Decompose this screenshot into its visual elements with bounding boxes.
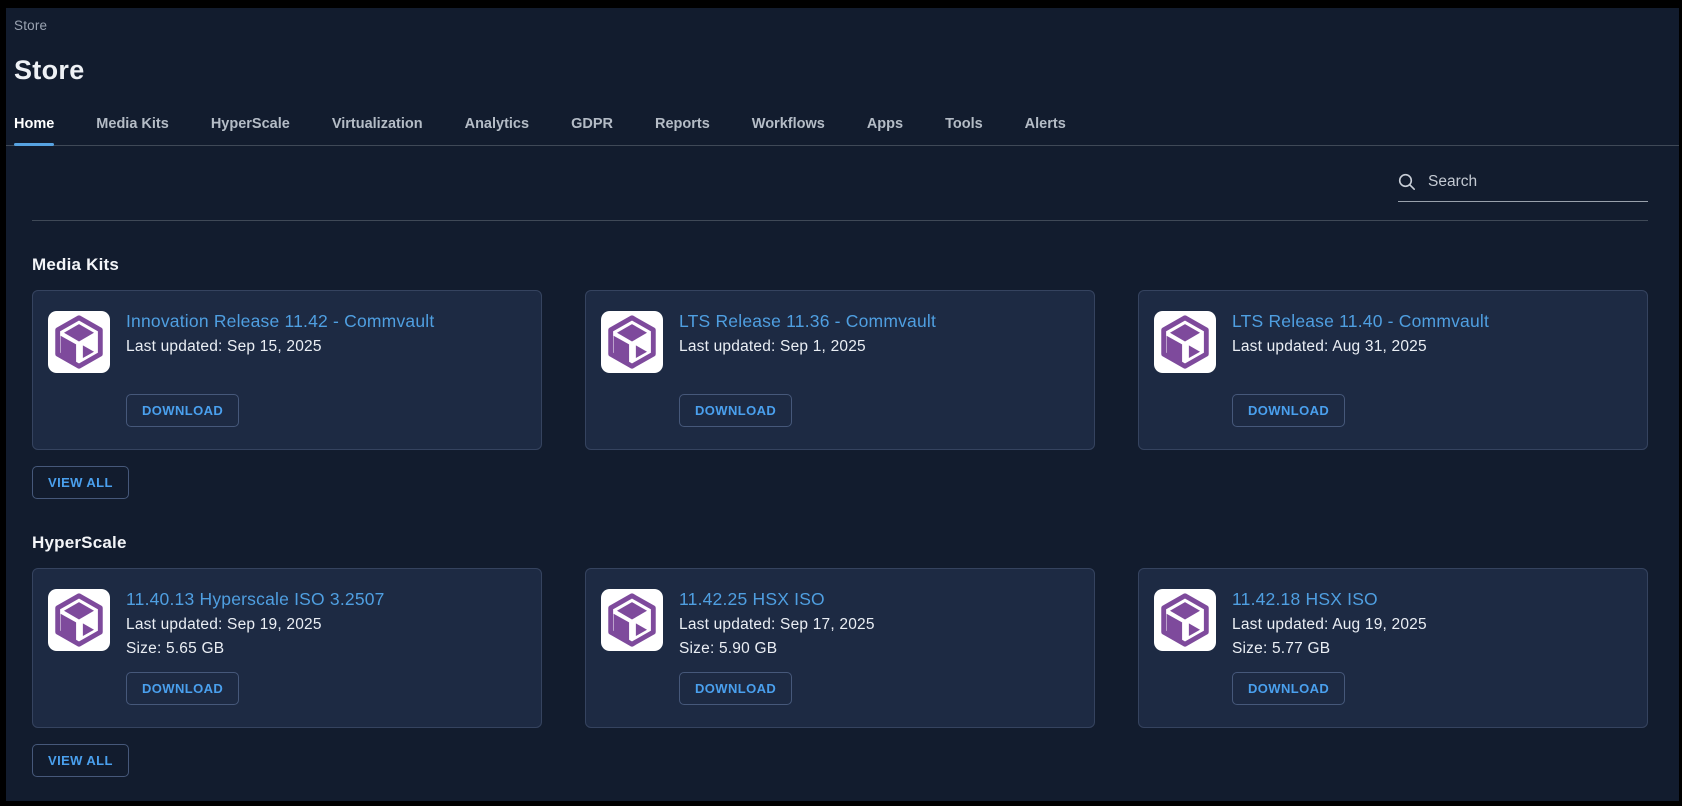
last-updated-text: Last updated: Aug 31, 2025 [1232,338,1627,356]
section-heading-media-kits: Media Kits [32,255,1648,275]
search-row [6,146,1679,202]
page-title: Store [14,55,1671,86]
download-button[interactable]: DOWNLOAD [679,672,792,705]
tab-virtualization[interactable]: Virtualization [332,116,423,145]
commvault-package-icon [601,311,663,373]
store-page: Store Store Home Media Kits HyperScale V… [6,8,1679,801]
tab-hyperscale[interactable]: HyperScale [211,116,290,145]
tab-media-kits[interactable]: Media Kits [96,116,169,145]
download-button[interactable]: DOWNLOAD [1232,672,1345,705]
media-kit-card: LTS Release 11.40 - Commvault Last updat… [1138,290,1648,450]
download-button[interactable]: DOWNLOAD [679,394,792,427]
hyperscale-title-link[interactable]: 11.42.25 HSX ISO [679,589,1074,610]
tab-alerts[interactable]: Alerts [1025,116,1066,145]
page-header: Store Store [6,8,1679,86]
download-button[interactable]: DOWNLOAD [1232,394,1345,427]
last-updated-text: Last updated: Sep 17, 2025 [679,616,1074,634]
commvault-package-icon [1154,589,1216,651]
hyperscale-title-link[interactable]: 11.42.18 HSX ISO [1232,589,1627,610]
media-kits-card-row: Innovation Release 11.42 - Commvault Las… [32,290,1648,450]
hyperscale-card-row: 11.40.13 Hyperscale ISO 3.2507 Last upda… [32,568,1648,728]
content-divider [32,220,1648,221]
commvault-package-icon [601,589,663,651]
media-kit-card: LTS Release 11.36 - Commvault Last updat… [585,290,1095,450]
hyperscale-card: 11.42.25 HSX ISO Last updated: Sep 17, 2… [585,568,1095,728]
tab-gdpr[interactable]: GDPR [571,116,613,145]
media-kit-title-link[interactable]: LTS Release 11.40 - Commvault [1232,311,1627,332]
size-text: Size: 5.90 GB [679,640,1074,658]
breadcrumb[interactable]: Store [14,18,1671,33]
commvault-package-icon [1154,311,1216,373]
hyperscale-card: 11.40.13 Hyperscale ISO 3.2507 Last upda… [32,568,542,728]
view-all-hyperscale-button[interactable]: VIEW ALL [32,744,129,777]
size-text: Size: 5.65 GB [126,640,521,658]
hyperscale-title-link[interactable]: 11.40.13 Hyperscale ISO 3.2507 [126,589,521,610]
main-content: Media Kits Innovation Release 11.42 - Co… [6,255,1679,777]
search-field[interactable] [1398,172,1648,202]
last-updated-text: Last updated: Sep 15, 2025 [126,338,521,356]
last-updated-text: Last updated: Aug 19, 2025 [1232,616,1627,634]
tab-tools[interactable]: Tools [945,116,983,145]
download-button[interactable]: DOWNLOAD [126,672,239,705]
media-kit-title-link[interactable]: Innovation Release 11.42 - Commvault [126,311,521,332]
view-all-media-kits-button[interactable]: VIEW ALL [32,466,129,499]
tab-workflows[interactable]: Workflows [752,116,825,145]
section-heading-hyperscale: HyperScale [32,533,1648,553]
media-kit-card: Innovation Release 11.42 - Commvault Las… [32,290,542,450]
tab-bar: Home Media Kits HyperScale Virtualizatio… [6,86,1679,146]
tab-home[interactable]: Home [14,116,54,145]
tab-reports[interactable]: Reports [655,116,710,145]
last-updated-text: Last updated: Sep 19, 2025 [126,616,521,634]
tab-analytics[interactable]: Analytics [465,116,529,145]
commvault-package-icon [48,589,110,651]
search-input[interactable] [1426,172,1648,192]
tab-apps[interactable]: Apps [867,116,903,145]
last-updated-text: Last updated: Sep 1, 2025 [679,338,1074,356]
commvault-package-icon [48,311,110,373]
hyperscale-card: 11.42.18 HSX ISO Last updated: Aug 19, 2… [1138,568,1648,728]
media-kit-title-link[interactable]: LTS Release 11.36 - Commvault [679,311,1074,332]
size-text: Size: 5.77 GB [1232,640,1627,658]
search-icon [1398,173,1416,191]
download-button[interactable]: DOWNLOAD [126,394,239,427]
